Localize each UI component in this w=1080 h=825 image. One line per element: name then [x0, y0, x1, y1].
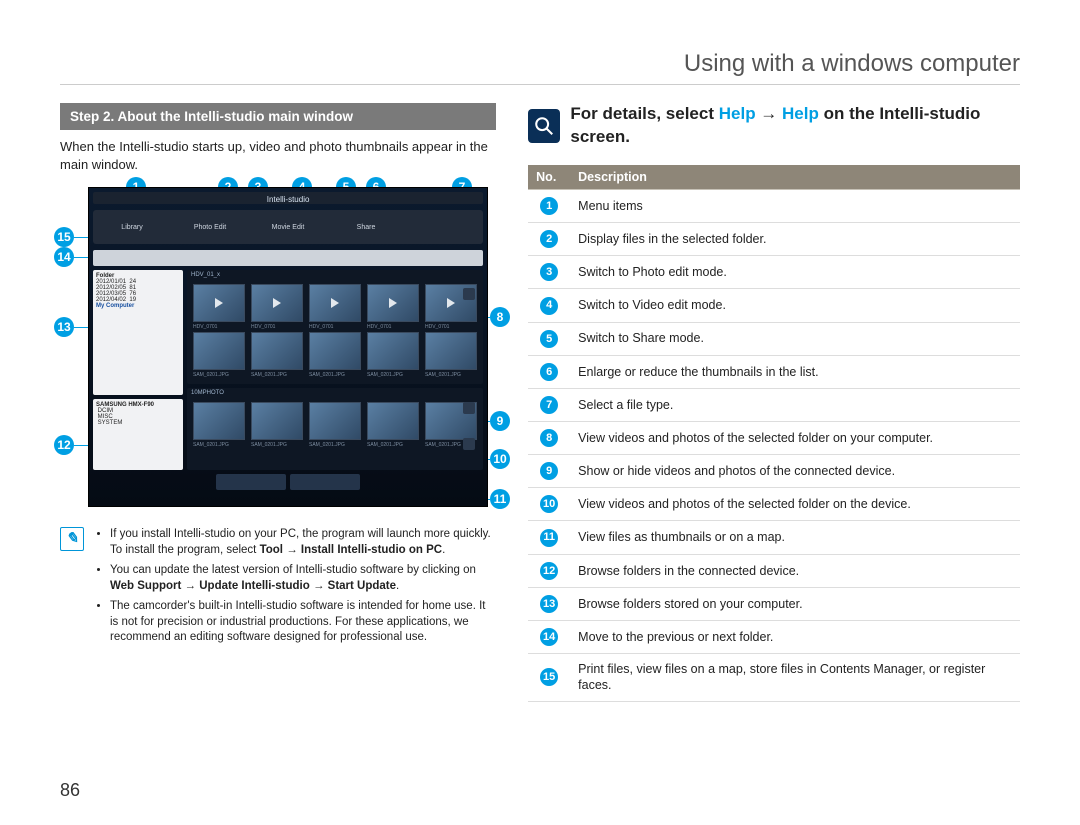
- help-link-2: Help: [782, 104, 819, 123]
- screenshot-diagram: 1 2 3 4 5 6 7 15 14 13 12 8 9: [60, 187, 496, 507]
- note-item-1: If you install Intelli-studio on your PC…: [110, 527, 496, 558]
- table-row: 10View videos and photos of the selected…: [528, 488, 1020, 521]
- topbar-library: Library: [113, 224, 151, 231]
- row-description: Move to the previous or next folder.: [570, 620, 1020, 653]
- table-row: 14Move to the previous or next folder.: [528, 620, 1020, 653]
- topbar-share: Share: [347, 224, 385, 231]
- folder-tree-device: SAMSUNG HMX-F90 DCIM MISC SYSTEM: [93, 399, 183, 470]
- thumb-section-photos: 10MPHOTO SAM_0201.JPG SAM_0201.JPG SAM_0…: [187, 388, 483, 470]
- row-description: Display files in the selected folder.: [570, 223, 1020, 256]
- row-description: View videos and photos of the selected f…: [570, 421, 1020, 454]
- table-row: 8View videos and photos of the selected …: [528, 421, 1020, 454]
- table-row: 7Select a file type.: [528, 388, 1020, 421]
- table-row: 6Enlarge or reduce the thumbnails in the…: [528, 355, 1020, 388]
- magnifier-icon: [528, 109, 560, 143]
- topbar-movieedit: Movie Edit: [269, 224, 307, 231]
- th-no: No.: [528, 165, 570, 190]
- table-row: 9Show or hide videos and photos of the c…: [528, 455, 1020, 488]
- row-number: 9: [528, 455, 570, 488]
- row-number: 5: [528, 322, 570, 355]
- row-description: Enlarge or reduce the thumbnails in the …: [570, 355, 1020, 388]
- callout-11: 11: [490, 489, 510, 509]
- row-number: 7: [528, 388, 570, 421]
- row-number: 8: [528, 421, 570, 454]
- table-row: 2Display files in the selected folder.: [528, 223, 1020, 256]
- table-row: 12Browse folders in the connected device…: [528, 554, 1020, 587]
- row-description: Select a file type.: [570, 388, 1020, 421]
- page-number: 86: [60, 780, 80, 801]
- description-table: No. Description 1Menu items2Display file…: [528, 165, 1020, 702]
- row-number: 2: [528, 223, 570, 256]
- row-number: 12: [528, 554, 570, 587]
- page-title: Using with a windows computer: [60, 50, 1020, 85]
- thumb-section-videos: HDV_01_x HDV_0701 HDV_0701 HDV_0701 HDV_…: [187, 270, 483, 384]
- table-row: 1Menu items: [528, 189, 1020, 222]
- row-number: 6: [528, 355, 570, 388]
- note-icon: ✎: [60, 527, 84, 551]
- th-desc: Description: [570, 165, 1020, 190]
- row-number: 1: [528, 189, 570, 222]
- help-hint: For details, select Help → Help on the I…: [528, 103, 1020, 149]
- note-box: ✎ If you install Intelli-studio on your …: [60, 527, 496, 651]
- table-row: 5Switch to Share mode.: [528, 322, 1020, 355]
- row-description: View files as thumbnails or on a map.: [570, 521, 1020, 554]
- row-description: View videos and photos of the selected f…: [570, 488, 1020, 521]
- row-number: 3: [528, 256, 570, 289]
- callout-10: 10: [490, 449, 510, 469]
- row-description: Browse folders in the connected device.: [570, 554, 1020, 587]
- help-link-1: Help: [719, 104, 756, 123]
- row-number: 10: [528, 488, 570, 521]
- row-number: 13: [528, 587, 570, 620]
- row-number: 14: [528, 620, 570, 653]
- row-description: Browse folders stored on your computer.: [570, 587, 1020, 620]
- table-row: 3Switch to Photo edit mode.: [528, 256, 1020, 289]
- brand-label: Intelli-studio: [267, 195, 310, 204]
- step-heading-bar: Step 2. About the Intelli-studio main wi…: [60, 103, 496, 130]
- callout-14: 14: [54, 247, 74, 267]
- folder-tree-pc: Folder 2012/01/01 24 2012/02/05 81 2012/…: [93, 270, 183, 395]
- callout-9: 9: [490, 411, 510, 431]
- row-description: Print files, view files on a map, store …: [570, 654, 1020, 702]
- row-number: 4: [528, 289, 570, 322]
- topbar-photoedit: Photo Edit: [191, 224, 229, 231]
- callout-12: 12: [54, 435, 74, 455]
- row-number: 11: [528, 521, 570, 554]
- callout-15: 15: [54, 227, 74, 247]
- table-row: 15Print files, view files on a map, stor…: [528, 654, 1020, 702]
- row-description: Switch to Video edit mode.: [570, 289, 1020, 322]
- row-description: Show or hide videos and photos of the co…: [570, 455, 1020, 488]
- note-item-3: The camcorder's built-in Intelli-studio …: [110, 599, 496, 646]
- callout-8: 8: [490, 307, 510, 327]
- note-item-2: You can update the latest version of Int…: [110, 563, 496, 594]
- help-text-pre: For details, select: [570, 104, 718, 123]
- row-description: Switch to Photo edit mode.: [570, 256, 1020, 289]
- intro-text: When the Intelli-studio starts up, video…: [60, 138, 496, 173]
- row-description: Switch to Share mode.: [570, 322, 1020, 355]
- row-description: Menu items: [570, 189, 1020, 222]
- table-row: 13Browse folders stored on your computer…: [528, 587, 1020, 620]
- table-row: 11View files as thumbnails or on a map.: [528, 521, 1020, 554]
- row-number: 15: [528, 654, 570, 702]
- table-row: 4Switch to Video edit mode.: [528, 289, 1020, 322]
- callout-13: 13: [54, 317, 74, 337]
